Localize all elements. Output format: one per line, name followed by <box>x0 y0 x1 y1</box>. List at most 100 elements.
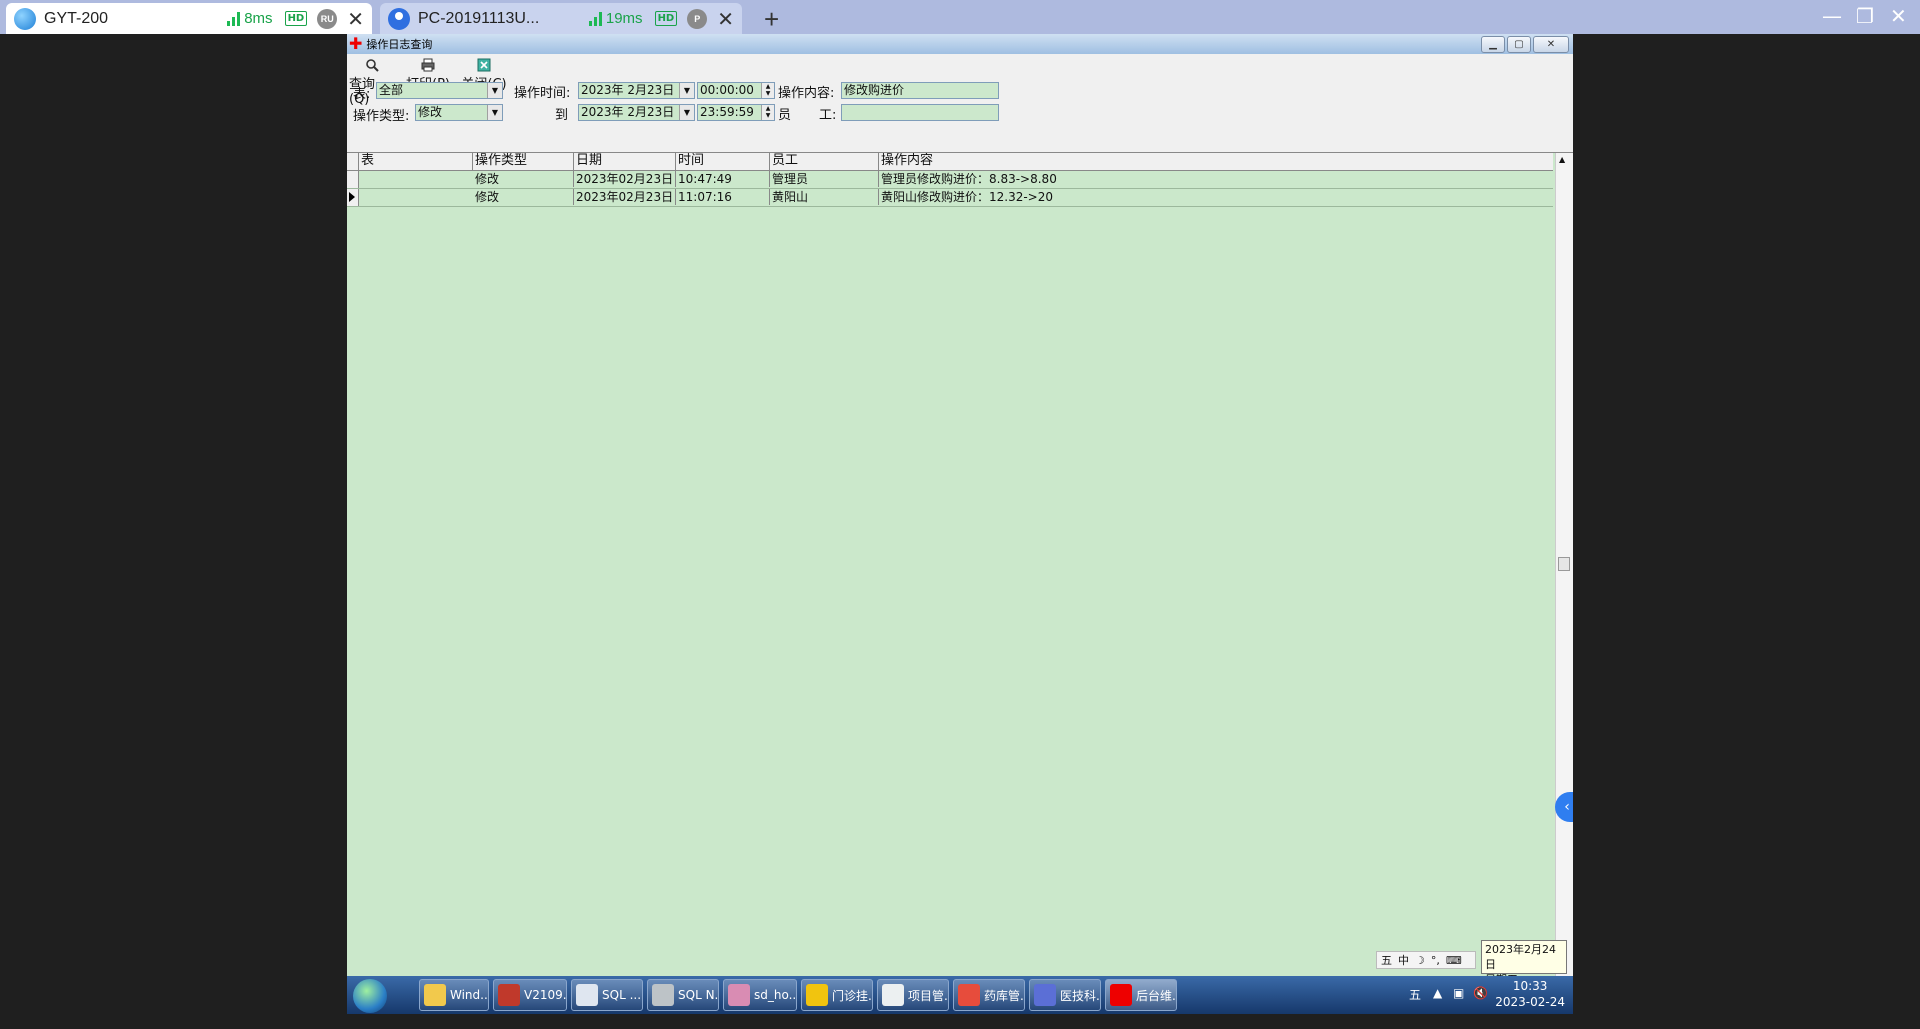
table-row[interactable]: 修改 2023年02月23日 10:47:49 管理员 管理员修改购进价：8.8… <box>347 171 1553 189</box>
cell-type: 修改 <box>473 189 574 205</box>
scroll-up-icon[interactable]: ▲ <box>1559 155 1565 164</box>
end-date-picker[interactable]: 2023年 2月23日 ▼ <box>578 104 695 121</box>
keyboard-icon[interactable]: ⌨ <box>1446 954 1462 967</box>
taskbar-item-sql-navigator[interactable]: SQL N... <box>647 979 719 1011</box>
spinner-arrows-icon[interactable]: ▲ ▼ <box>761 105 774 120</box>
table-select-value: 全部 <box>379 83 404 97</box>
clock-time: 10:33 <box>1512 979 1548 993</box>
app-icon <box>498 984 520 1006</box>
system-tray: 五 ▲ ▣ 🔇 10:33 2023-02-24 <box>1373 976 1573 1014</box>
moon-icon[interactable]: ☽ <box>1415 954 1425 967</box>
close-tab-icon[interactable]: ✕ <box>717 7 734 31</box>
column-header-staff[interactable]: 员工 <box>770 153 879 170</box>
end-time-spinner[interactable]: 23:59:59 ▲ ▼ <box>697 104 775 121</box>
column-header-time[interactable]: 时间 <box>676 153 770 170</box>
date-tooltip: 2023年2月24日 星期五 <box>1481 940 1567 986</box>
new-tab-icon[interactable]: + <box>764 4 779 35</box>
printer-icon <box>421 58 435 72</box>
taskbar-item-sd-ho[interactable]: sd_ho... <box>723 979 797 1011</box>
chevron-down-icon[interactable]: ▼ <box>679 105 694 120</box>
start-time-spinner[interactable]: 00:00:00 ▲ ▼ <box>697 82 775 99</box>
ime-mode-chinese[interactable]: 中 <box>1398 952 1409 968</box>
table-row[interactable]: 修改 2023年02月23日 11:07:16 黄阳山 黄阳山修改购进价：12.… <box>347 189 1553 207</box>
taskbar-item-backend[interactable]: 后台维... <box>1105 979 1177 1011</box>
chevron-down-icon[interactable]: ▼ <box>487 83 502 98</box>
column-header-content[interactable]: 操作内容 <box>879 153 1553 170</box>
globe-icon <box>14 7 36 30</box>
database-icon <box>728 984 750 1006</box>
window-close-button[interactable]: ✕ <box>1533 36 1569 53</box>
signal-icon <box>227 11 241 26</box>
current-row-arrow-icon <box>349 192 355 202</box>
app-icon <box>958 984 980 1006</box>
taskbar-item-v2109[interactable]: V2109... <box>493 979 567 1011</box>
app-icon <box>882 984 904 1006</box>
app-cross-icon: ✚ <box>349 34 363 53</box>
region-badge: P <box>687 8 708 29</box>
punctuation-icon[interactable]: °, <box>1431 954 1440 967</box>
ime-toolbar[interactable]: 五 中 ☽ °, ⌨ <box>1376 951 1476 969</box>
end-date-value: 2023年 2月23日 <box>581 105 675 119</box>
taskbar-item-outpatient[interactable]: 门诊挂... <box>801 979 873 1011</box>
start-date-picker[interactable]: 2023年 2月23日 ▼ <box>578 82 695 99</box>
taskbar-item-explorer[interactable]: Wind... <box>419 979 489 1011</box>
restore-icon[interactable]: ❐ <box>1856 4 1874 28</box>
window-minimize-button[interactable]: ▁ <box>1481 36 1505 53</box>
network-icon[interactable]: ▣ <box>1453 986 1464 1000</box>
client-tab-gyt200[interactable]: GYT-200 8ms HD RU ✕ <box>6 3 372 34</box>
scroll-thumb[interactable] <box>1558 557 1570 571</box>
column-header-table[interactable]: 表 <box>359 153 473 170</box>
close-tab-icon[interactable]: ✕ <box>347 7 364 31</box>
chevron-down-icon[interactable]: ▼ <box>487 105 502 120</box>
column-header-type[interactable]: 操作类型 <box>473 153 574 170</box>
op-type-value: 修改 <box>418 105 443 119</box>
client-tab-name: PC-20191113U... <box>418 9 540 27</box>
op-type-select[interactable]: 修改 ▼ <box>415 104 503 121</box>
speaker-muted-icon[interactable]: 🔇 <box>1473 986 1488 1000</box>
exit-icon <box>477 58 491 72</box>
header-indicator <box>347 153 359 170</box>
staff-label-1: 员 <box>778 108 792 123</box>
cell-date: 2023年02月23日 <box>574 189 676 205</box>
row-indicator[interactable] <box>347 189 359 206</box>
app-icon <box>806 984 828 1006</box>
taskbar-item-pharmacy[interactable]: 药库管... <box>953 979 1025 1011</box>
taskbar-item-medtech[interactable]: 医技科... <box>1029 979 1101 1011</box>
sql-icon <box>576 984 598 1006</box>
op-type-label: 操作类型: <box>353 109 410 124</box>
column-header-date[interactable]: 日期 <box>574 153 676 170</box>
ping-value: 8ms <box>244 10 273 27</box>
cell-content: 黄阳山修改购进价：12.32->20 <box>881 190 1054 204</box>
taskbar-item-project[interactable]: 项目管... <box>877 979 949 1011</box>
close-icon[interactable]: ✕ <box>1890 4 1907 28</box>
spinner-arrows-icon[interactable]: ▲ ▼ <box>761 83 774 98</box>
tray-ime[interactable]: 五 <box>1409 986 1421 1003</box>
tray-expand-icon[interactable]: ▲ <box>1433 986 1442 1000</box>
magnifier-icon <box>366 59 379 72</box>
cell-type: 修改 <box>473 171 574 187</box>
row-indicator[interactable] <box>347 171 359 188</box>
cell-date: 2023年02月23日 <box>574 171 676 187</box>
folder-icon <box>424 984 446 1006</box>
vertical-scrollbar[interactable]: ▲ <box>1555 153 1573 977</box>
grid-header: 表 操作类型 日期 时间 员工 操作内容 <box>347 153 1553 171</box>
hd-badge: HD <box>654 11 678 26</box>
taskbar-clock[interactable]: 10:33 2023-02-24 <box>1495 978 1565 1010</box>
taskbar-item-sql[interactable]: SQL ... <box>571 979 643 1011</box>
minimize-icon[interactable]: — <box>1822 4 1842 28</box>
cell-staff: 管理员 <box>770 171 879 187</box>
window-maximize-button[interactable]: ▢ <box>1507 36 1531 53</box>
hd-badge: HD <box>284 11 308 26</box>
chevron-down-icon[interactable]: ▼ <box>679 83 694 98</box>
ime-mode-wubi[interactable]: 五 <box>1381 952 1392 968</box>
table-select[interactable]: 全部 ▼ <box>376 82 503 99</box>
client-tab-pc[interactable]: PC-20191113U... 19ms HD P ✕ <box>380 3 742 34</box>
staff-input[interactable] <box>841 104 999 121</box>
start-button[interactable] <box>353 979 387 1013</box>
cell-staff: 黄阳山 <box>770 189 879 205</box>
op-time-label: 操作时间: <box>514 86 571 101</box>
to-label: 到 <box>555 108 569 123</box>
content-input[interactable]: 修改购进价 <box>841 82 999 99</box>
ping-value: 19ms <box>605 10 643 27</box>
content-label: 操作内容: <box>778 86 835 101</box>
